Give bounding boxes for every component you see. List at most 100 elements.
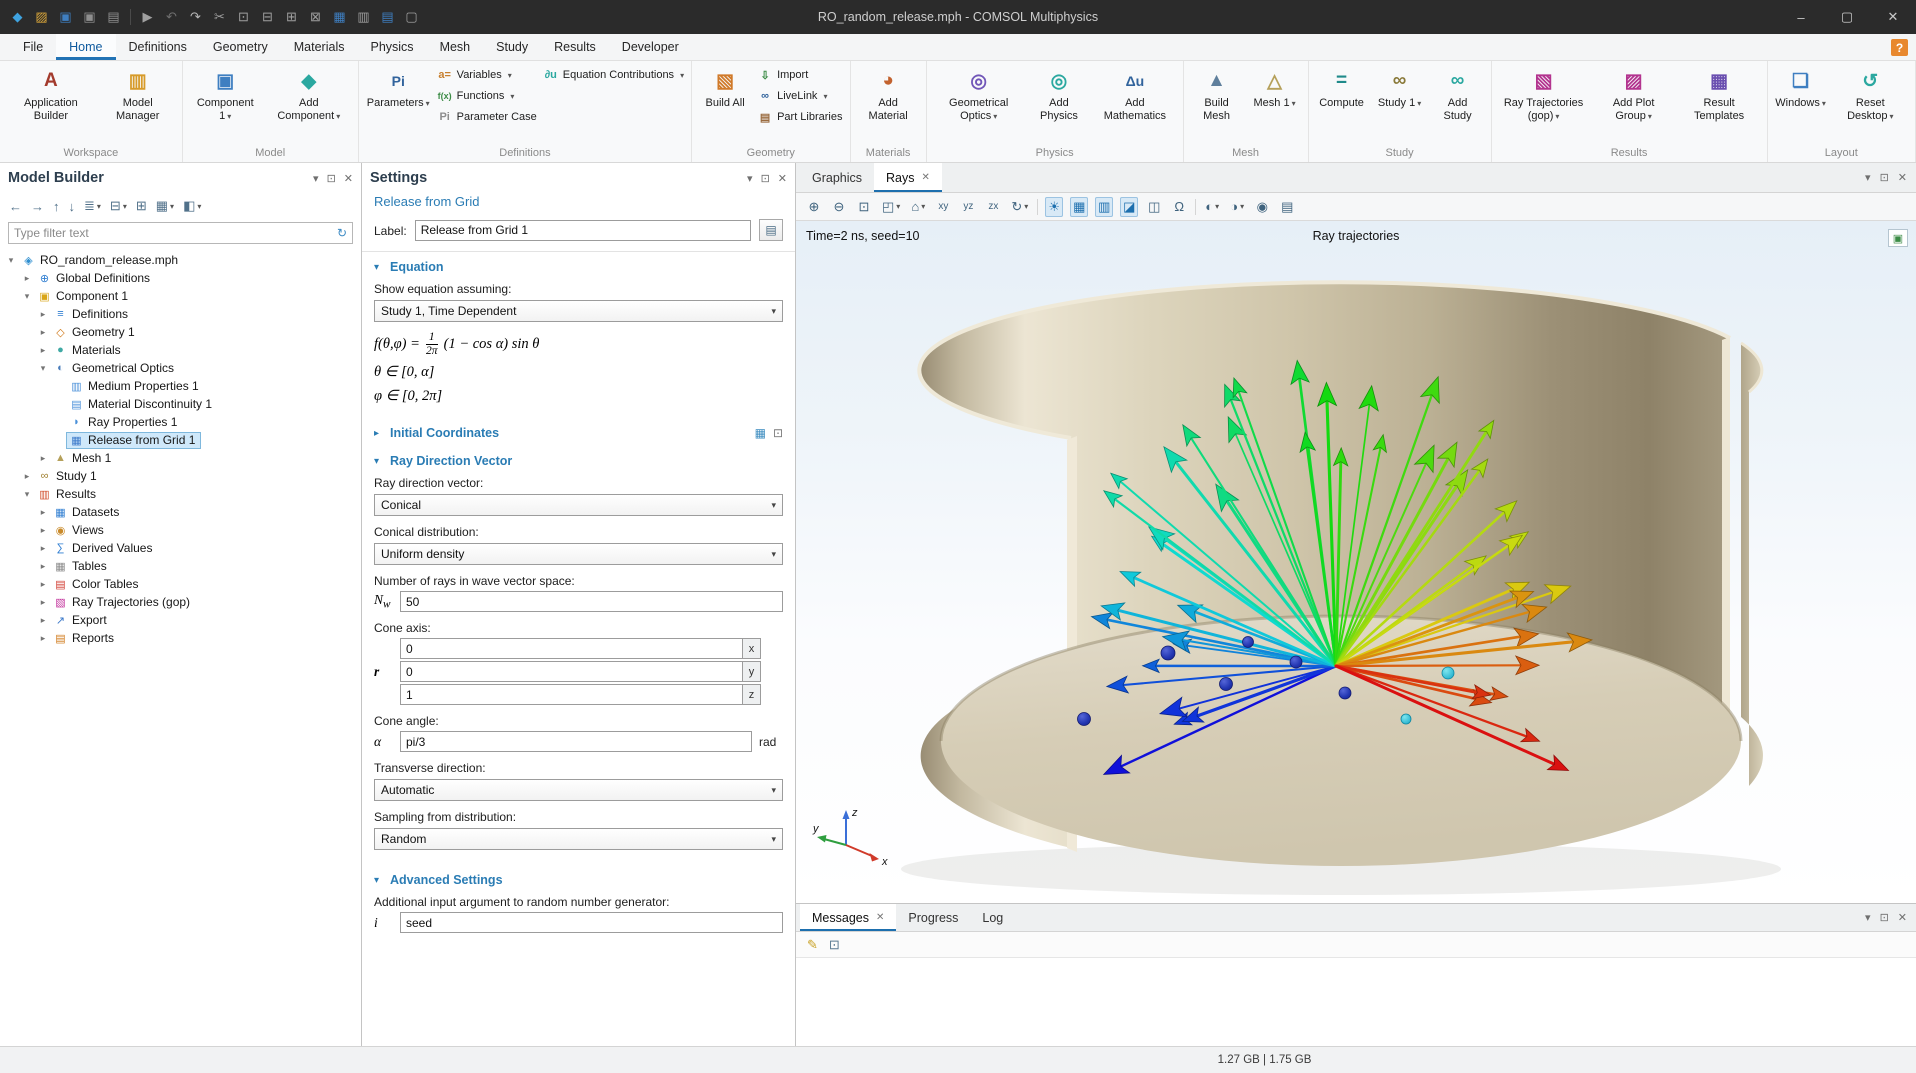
tree-item-ro-random-release-mph[interactable]: ▾◈RO_random_release.mph [0,251,361,269]
model-tree-view-icon[interactable]: ▦▾ [156,198,174,214]
environment-reflections-icon[interactable]: ◐▾ [1203,197,1221,217]
tree-item-study-1[interactable]: ▸∞Study 1 [0,467,361,485]
application-builder-button[interactable]: AApplication Builder [5,64,97,145]
collapse-all-icon[interactable]: ⊟▾ [110,198,127,214]
float-panel-icon[interactable]: ⊡ [761,172,770,185]
expand-arrow-icon[interactable]: ▸ [36,327,50,338]
ray-trajectories-gop-button[interactable]: ▧Ray Trajectories (gop)▾ [1497,64,1591,145]
duplicate-icon[interactable]: ⊞ [280,5,303,29]
show-grid-icon[interactable]: ▦ [1070,197,1088,217]
tree-item-results[interactable]: ▾▥Results [0,485,361,503]
menu-tab-physics[interactable]: Physics [357,34,426,60]
filter-refresh-icon[interactable]: ↻ [337,226,347,240]
add-study-button[interactable]: ∞Add Study [1430,64,1486,145]
transverse-direction-select[interactable]: Automatic ▾ [374,779,783,801]
help-icon[interactable]: ? [1891,39,1908,56]
result-templates-button[interactable]: ▦Result Templates [1677,64,1762,145]
windows-button[interactable]: ❏Windows▾ [1773,64,1829,145]
table-icon[interactable]: ▦ [328,5,351,29]
menu-tab-study[interactable]: Study [483,34,541,60]
forward-icon[interactable]: → [31,199,44,214]
undo-icon[interactable]: ↶ [160,5,183,29]
expand-arrow-icon[interactable]: ▸ [36,525,50,536]
ray-direction-select[interactable]: Conical ▾ [374,494,783,516]
copy-icon[interactable]: ⊡ [232,5,255,29]
wireframe-icon[interactable]: ◫ [1145,197,1163,217]
tree-item-export[interactable]: ▸↗Export [0,611,361,629]
expand-arrow-icon[interactable]: ▸ [36,633,50,644]
tab-graphics[interactable]: Graphics [800,163,874,192]
add-plot-group-button[interactable]: ▨Add Plot Group▾ [1593,64,1675,145]
cone-axis-y-input[interactable] [400,661,743,682]
tree-item-geometry-1[interactable]: ▸◇Geometry 1 [0,323,361,341]
show-options-icon[interactable]: ≣▾ [84,198,101,214]
tree-item-definitions[interactable]: ▸≡Definitions [0,305,361,323]
add-material-button[interactable]: ◕Add Material [856,64,921,145]
expand-arrow-icon[interactable]: ▸ [36,615,50,626]
build-all-button[interactable]: ▧Build All [697,64,753,145]
show-legends-icon[interactable]: ▥ [1095,197,1113,217]
compact-history-icon[interactable]: ▤ [102,5,125,29]
delete-icon[interactable]: ⊠ [304,5,327,29]
close-button[interactable]: ✕ [1870,0,1916,34]
import-button[interactable]: ⇩Import [757,67,842,83]
section-ray-direction-header[interactable]: ▾ Ray Direction Vector [374,446,783,474]
copy-icon[interactable]: ⊡ [773,426,783,440]
section-equation-header[interactable]: ▾ Equation [374,252,783,280]
color-theme-icon[interactable]: ◑▾ [1228,197,1246,217]
evaluate-icon[interactable]: ▥ [352,5,375,29]
conical-distribution-select[interactable]: Uniform density ▾ [374,543,783,565]
tree-item-ray-trajectories-gop[interactable]: ▸▧Ray Trajectories (gop) [0,593,361,611]
close-panel-icon[interactable]: ✕ [1898,171,1907,184]
parameters-button[interactable]: PiParameters▾ [364,64,433,145]
tree-item-mesh-1[interactable]: ▸▲Mesh 1 [0,449,361,467]
float-panel-icon[interactable]: ⊡ [1880,171,1889,184]
tab-progress[interactable]: Progress [896,904,970,931]
expand-arrow-icon[interactable]: ▸ [36,597,50,608]
clear-log-icon[interactable]: ✎ [807,937,818,953]
expand-arrow-icon[interactable]: ▸ [36,579,50,590]
expand-arrow-icon[interactable]: ▸ [20,471,34,482]
menu-tab-materials[interactable]: Materials [281,34,358,60]
tab-log[interactable]: Log [970,904,1015,931]
build-mesh-button[interactable]: ▲Build Mesh [1189,64,1245,145]
tree-item-materials[interactable]: ▸●Materials [0,341,361,359]
expand-arrow-icon[interactable]: ▸ [36,309,50,320]
graphics-canvas[interactable]: Time=2 ns, seed=10 Ray trajectories ▣ z … [796,221,1916,903]
range-icon[interactable]: ▦ [755,426,766,440]
cone-axis-x-input[interactable] [400,638,743,659]
copy-log-icon[interactable]: ⊡ [829,937,840,953]
tree-item-tables[interactable]: ▸▦Tables [0,557,361,575]
cone-axis-z-input[interactable] [400,684,743,705]
close-panel-icon[interactable]: ✕ [344,172,353,185]
app-logo-icon[interactable]: ◆ [6,5,29,29]
go-to-zx-view-icon[interactable]: zx [984,197,1002,217]
image-snapshot-icon[interactable]: ◉ [1253,197,1271,217]
tree-item-component-1[interactable]: ▾▣Component 1 [0,287,361,305]
rays-count-input[interactable] [400,591,783,612]
collapse-arrow-icon[interactable]: ▾ [20,489,34,500]
menu-tab-home[interactable]: Home [56,34,115,60]
label-input[interactable] [415,220,751,241]
collapse-arrow-icon[interactable]: ▾ [20,291,34,302]
cut-icon[interactable]: ✂ [208,5,231,29]
tab-rays[interactable]: Rays✕ [874,163,942,192]
go-to-xy-view-icon[interactable]: xy [934,197,952,217]
component-1-button[interactable]: ▣Component 1▾ [188,64,263,145]
scene-light-icon[interactable]: ☀ [1045,197,1063,217]
close-tab-icon[interactable]: ✕ [922,172,930,183]
add-physics-button[interactable]: ◎Add Physics [1028,64,1091,145]
tree-item-reports[interactable]: ▸▤Reports [0,629,361,647]
study-1-button[interactable]: ∞Study 1▾ [1372,64,1428,145]
maximize-button[interactable]: ▢ [1824,0,1870,34]
plot-icon[interactable]: ▤ [376,5,399,29]
reset-desktop-button[interactable]: ↺Reset Desktop▾ [1831,64,1910,145]
tree-item-medium-properties-1[interactable]: ▥Medium Properties 1 [0,377,361,395]
expand-arrow-icon[interactable]: ▸ [20,273,34,284]
expand-arrow-icon[interactable]: ▸ [36,345,50,356]
tree-item-global-definitions[interactable]: ▸⊕Global Definitions [0,269,361,287]
zoom-box-icon[interactable]: ◰▾ [880,197,902,217]
run-icon[interactable]: ▶ [136,5,159,29]
float-panel-icon[interactable]: ⊡ [1880,911,1889,924]
panel-menu-icon[interactable]: ▾ [1865,911,1871,924]
